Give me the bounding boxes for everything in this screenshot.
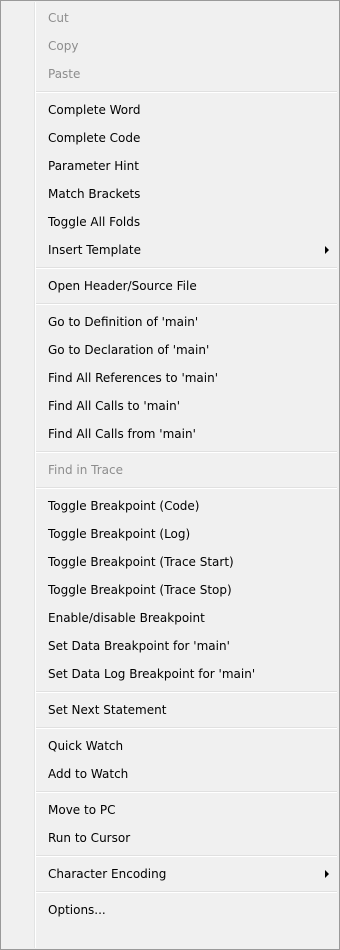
menu-separator	[1, 688, 339, 696]
menu-item-label: Toggle Breakpoint (Code)	[48, 499, 200, 513]
menu-item-label: Character Encoding	[48, 867, 167, 881]
menu-item-label: Cut	[48, 11, 69, 25]
menu-item-find-all-calls-from-main[interactable]: Find All Calls from 'main'	[1, 420, 339, 448]
menu-item-label: Toggle Breakpoint (Log)	[48, 527, 191, 541]
menu-item-set-data-breakpoint-for-main[interactable]: Set Data Breakpoint for 'main'	[1, 632, 339, 660]
menu-item-label: Find All References to 'main'	[48, 371, 219, 385]
menu-item-label: Add to Watch	[48, 767, 129, 781]
menu-item-label: Find in Trace	[48, 463, 123, 477]
menu-item-label: Find All Calls from 'main'	[48, 427, 196, 441]
menu-item-label: Run to Cursor	[48, 831, 131, 845]
chevron-right-icon	[325, 870, 329, 878]
menu-item-quick-watch[interactable]: Quick Watch	[1, 732, 339, 760]
menu-item-go-to-declaration-of-main[interactable]: Go to Declaration of 'main'	[1, 336, 339, 364]
menu-item-label: Parameter Hint	[48, 159, 139, 173]
menu-item-toggle-all-folds[interactable]: Toggle All Folds	[1, 208, 339, 236]
menu-item-enable-disable-breakpoint[interactable]: Enable/disable Breakpoint	[1, 604, 339, 632]
menu-item-label: Options...	[48, 903, 106, 917]
menu-item-move-to-pc[interactable]: Move to PC	[1, 796, 339, 824]
context-menu: Cut Copy Paste Complete Word Complete Code Pa…	[0, 0, 340, 950]
menu-item-find-in-trace: Find in Trace	[1, 456, 339, 484]
menu-item-open-header-source-file[interactable]: Open Header/Source File	[1, 272, 339, 300]
menu-separator	[1, 788, 339, 796]
menu-item-label: Set Data Log Breakpoint for 'main'	[48, 667, 256, 681]
menu-items: Cut Copy Paste Complete Word Complete Code Pa…	[1, 4, 339, 924]
menu-separator	[1, 300, 339, 308]
menu-item-cut: Cut	[1, 4, 339, 32]
menu-item-label: Go to Declaration of 'main'	[48, 343, 210, 357]
menu-separator	[1, 484, 339, 492]
menu-separator	[1, 88, 339, 96]
menu-item-label: Insert Template	[48, 243, 141, 257]
menu-item-set-data-log-breakpoint-for-main[interactable]: Set Data Log Breakpoint for 'main'	[1, 660, 339, 688]
chevron-right-icon	[325, 246, 329, 254]
menu-item-label: Toggle Breakpoint (Trace Start)	[48, 555, 234, 569]
menu-separator	[1, 264, 339, 272]
menu-separator	[1, 888, 339, 896]
menu-item-toggle-breakpoint-trace-start[interactable]: Toggle Breakpoint (Trace Start)	[1, 548, 339, 576]
menu-item-character-encoding[interactable]: Character Encoding	[1, 860, 339, 888]
menu-item-run-to-cursor[interactable]: Run to Cursor	[1, 824, 339, 852]
menu-item-label: Complete Word	[48, 103, 141, 117]
menu-item-label: Enable/disable Breakpoint	[48, 611, 205, 625]
menu-item-label: Open Header/Source File	[48, 279, 197, 293]
menu-item-label: Match Brackets	[48, 187, 141, 201]
menu-item-label: Paste	[48, 67, 81, 81]
menu-item-paste: Paste	[1, 60, 339, 88]
menu-item-label: Set Next Statement	[48, 703, 167, 717]
menu-item-toggle-breakpoint-trace-stop[interactable]: Toggle Breakpoint (Trace Stop)	[1, 576, 339, 604]
menu-item-label: Go to Definition of 'main'	[48, 315, 199, 329]
menu-item-parameter-hint[interactable]: Parameter Hint	[1, 152, 339, 180]
menu-item-go-to-definition-of-main[interactable]: Go to Definition of 'main'	[1, 308, 339, 336]
menu-separator	[1, 852, 339, 860]
menu-item-complete-word[interactable]: Complete Word	[1, 96, 339, 124]
menu-item-complete-code[interactable]: Complete Code	[1, 124, 339, 152]
menu-item-label: Set Data Breakpoint for 'main'	[48, 639, 230, 653]
menu-item-label: Copy	[48, 39, 79, 53]
menu-item-options[interactable]: Options...	[1, 896, 339, 924]
menu-item-label: Toggle All Folds	[48, 215, 141, 229]
menu-item-label: Complete Code	[48, 131, 141, 145]
menu-item-set-next-statement[interactable]: Set Next Statement	[1, 696, 339, 724]
menu-item-toggle-breakpoint-code[interactable]: Toggle Breakpoint (Code)	[1, 492, 339, 520]
menu-item-copy: Copy	[1, 32, 339, 60]
menu-item-find-all-calls-to-main[interactable]: Find All Calls to 'main'	[1, 392, 339, 420]
menu-item-add-to-watch[interactable]: Add to Watch	[1, 760, 339, 788]
menu-item-label: Toggle Breakpoint (Trace Stop)	[48, 583, 232, 597]
menu-item-find-all-references-to-main[interactable]: Find All References to 'main'	[1, 364, 339, 392]
menu-item-insert-template[interactable]: Insert Template	[1, 236, 339, 264]
menu-item-label: Move to PC	[48, 803, 116, 817]
menu-item-label: Quick Watch	[48, 739, 124, 753]
menu-item-label: Find All Calls to 'main'	[48, 399, 180, 413]
menu-item-toggle-breakpoint-log[interactable]: Toggle Breakpoint (Log)	[1, 520, 339, 548]
menu-separator	[1, 448, 339, 456]
menu-item-match-brackets[interactable]: Match Brackets	[1, 180, 339, 208]
menu-separator	[1, 724, 339, 732]
